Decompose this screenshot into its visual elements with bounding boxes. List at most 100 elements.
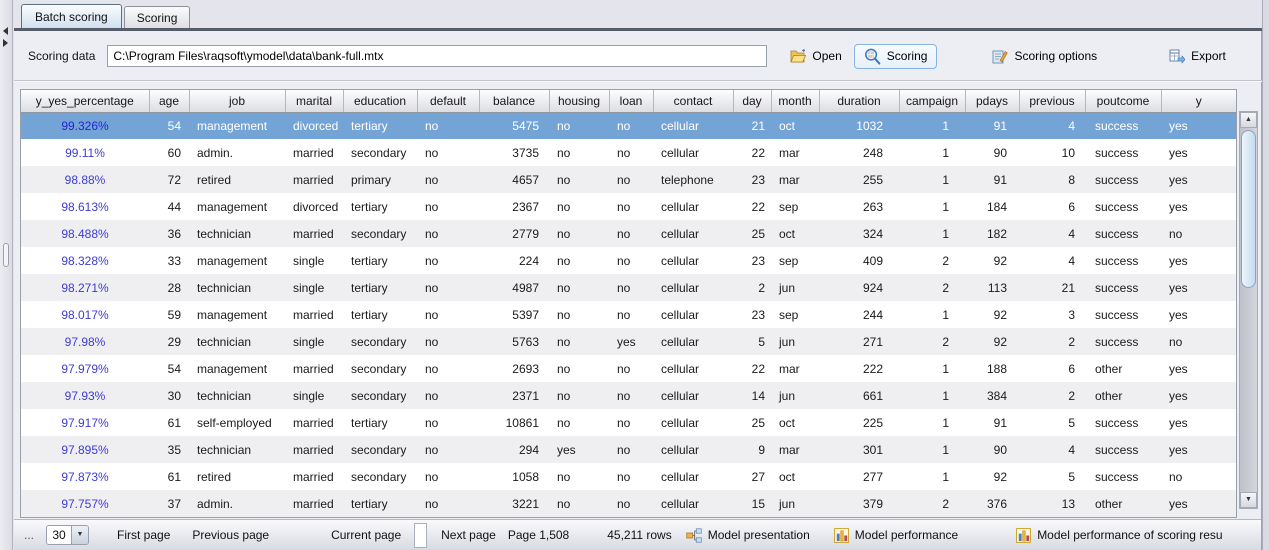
cell: no	[549, 490, 609, 517]
cell: 324	[819, 220, 899, 247]
cell: no	[417, 112, 479, 139]
bar-chart-icon	[1016, 528, 1031, 543]
cell: 98.613%	[21, 193, 149, 220]
column-header-housing[interactable]: housing	[549, 90, 609, 112]
table-row[interactable]: 98.613%44managementdivorcedtertiaryno236…	[21, 193, 1236, 220]
cell: no	[549, 463, 609, 490]
scrollbar-track[interactable]	[1240, 128, 1257, 492]
cell: 409	[819, 247, 899, 274]
cell: 25	[733, 220, 771, 247]
table-row[interactable]: 98.017%59managementmarriedtertiaryno5397…	[21, 301, 1236, 328]
cell: 15	[733, 490, 771, 517]
page-size-select[interactable]: 30 ▼	[46, 525, 89, 545]
table-row[interactable]: 98.271%28techniciansingletertiaryno4987n…	[21, 274, 1236, 301]
column-header-marital[interactable]: marital	[285, 90, 343, 112]
cell: 225	[819, 409, 899, 436]
cell: 97.979%	[21, 355, 149, 382]
current-page-input[interactable]	[414, 523, 427, 548]
scrollbar-thumb[interactable]	[1241, 130, 1256, 288]
table-row[interactable]: 97.917%61self-employedmarriedtertiaryno1…	[21, 409, 1236, 436]
scoring-options-button[interactable]: Scoring options	[985, 45, 1104, 68]
cell: 98.271%	[21, 274, 149, 301]
table-row[interactable]: 98.88%72retiredmarriedprimaryno4657nonot…	[21, 166, 1236, 193]
cell: other	[1085, 382, 1161, 409]
cell: no	[609, 355, 653, 382]
cell: tertiary	[343, 112, 417, 139]
column-header-month[interactable]: month	[771, 90, 819, 112]
cell: self-employed	[189, 409, 285, 436]
vertical-scrollbar[interactable]: ▲ ▼	[1239, 111, 1258, 509]
column-header-age[interactable]: age	[149, 90, 189, 112]
scoring-data-input[interactable]	[107, 45, 767, 67]
column-header-loan[interactable]: loan	[609, 90, 653, 112]
scroll-up-button[interactable]: ▲	[1240, 112, 1257, 128]
tab-scoring[interactable]: Scoring	[124, 6, 191, 28]
cell: oct	[771, 409, 819, 436]
export-button[interactable]: Export	[1162, 45, 1233, 68]
model-performance-button[interactable]: Model performance	[834, 528, 958, 543]
cell: cellular	[653, 220, 733, 247]
cell: 97.757%	[21, 490, 149, 517]
column-header-day[interactable]: day	[733, 90, 771, 112]
cell: 5	[1019, 463, 1085, 490]
left-splitter[interactable]	[0, 0, 13, 550]
column-header-contact[interactable]: contact	[653, 90, 733, 112]
cell: secondary	[343, 220, 417, 247]
cell: 37	[149, 490, 189, 517]
cell: jun	[771, 382, 819, 409]
cell: no	[417, 301, 479, 328]
table-row[interactable]: 98.488%36technicianmarriedsecondaryno277…	[21, 220, 1236, 247]
expand-right-icon[interactable]	[3, 39, 8, 47]
cell: married	[285, 220, 343, 247]
cell: single	[285, 274, 343, 301]
column-header-poutcome[interactable]: poutcome	[1085, 90, 1161, 112]
model-performance-scoring-button[interactable]: Model performance of scoring resu	[1016, 528, 1222, 543]
cell: no	[549, 193, 609, 220]
table-row[interactable]: 98.328%33managementsingletertiaryno224no…	[21, 247, 1236, 274]
cell: tertiary	[343, 409, 417, 436]
cell: yes	[1161, 247, 1236, 274]
table-row[interactable]: 97.98%29techniciansinglesecondaryno5763n…	[21, 328, 1236, 355]
column-header-education[interactable]: education	[343, 90, 417, 112]
column-header-job[interactable]: job	[189, 90, 285, 112]
page-size-value: 30	[47, 526, 71, 544]
open-button[interactable]: Open	[783, 45, 848, 67]
next-page-button[interactable]: Next page	[441, 528, 496, 542]
column-header-campaign[interactable]: campaign	[899, 90, 965, 112]
table-row[interactable]: 99.11%60admin.marriedsecondaryno3735nono…	[21, 139, 1236, 166]
cell: no	[609, 220, 653, 247]
column-header-balance[interactable]: balance	[479, 90, 549, 112]
current-page-button[interactable]: Current page	[331, 528, 401, 542]
column-header-duration[interactable]: duration	[819, 90, 899, 112]
cell: 384	[965, 382, 1019, 409]
column-header-y[interactable]: y	[1161, 90, 1236, 112]
cell: 301	[819, 436, 899, 463]
table-row[interactable]: 97.895%35technicianmarriedsecondaryno294…	[21, 436, 1236, 463]
chevron-down-icon[interactable]: ▼	[71, 526, 88, 544]
edit-note-icon	[992, 49, 1008, 64]
scoring-button[interactable]: 010 001 Scoring	[854, 44, 938, 69]
cell: success	[1085, 166, 1161, 193]
scroll-down-button[interactable]: ▼	[1240, 492, 1257, 508]
cell: technician	[189, 436, 285, 463]
column-header-default[interactable]: default	[417, 90, 479, 112]
model-presentation-button[interactable]: Model presentation	[686, 528, 810, 543]
tab-batch-scoring[interactable]: Batch scoring	[21, 4, 122, 28]
cell: married	[285, 355, 343, 382]
table-row[interactable]: 99.326%54managementdivorcedtertiaryno547…	[21, 112, 1236, 139]
first-page-button[interactable]: First page	[117, 528, 170, 542]
more-options[interactable]: ...	[24, 528, 34, 542]
column-header-previous[interactable]: previous	[1019, 90, 1085, 112]
table-row[interactable]: 97.757%37admin.marriedtertiaryno3221nono…	[21, 490, 1236, 517]
table-row[interactable]: 97.93%30techniciansinglesecondaryno2371n…	[21, 382, 1236, 409]
splitter-grip[interactable]	[3, 243, 9, 267]
cell: 188	[965, 355, 1019, 382]
column-header-y_yes_percentage[interactable]: y_yes_percentage	[21, 90, 149, 112]
table-row[interactable]: 97.873%61retiredmarriedsecondaryno1058no…	[21, 463, 1236, 490]
collapse-left-icon[interactable]	[3, 27, 8, 35]
column-header-pdays[interactable]: pdays	[965, 90, 1019, 112]
table-row[interactable]: 97.979%54managementmarriedsecondaryno269…	[21, 355, 1236, 382]
cell: no	[549, 274, 609, 301]
previous-page-button[interactable]: Previous page	[192, 528, 269, 542]
cell: 3735	[479, 139, 549, 166]
